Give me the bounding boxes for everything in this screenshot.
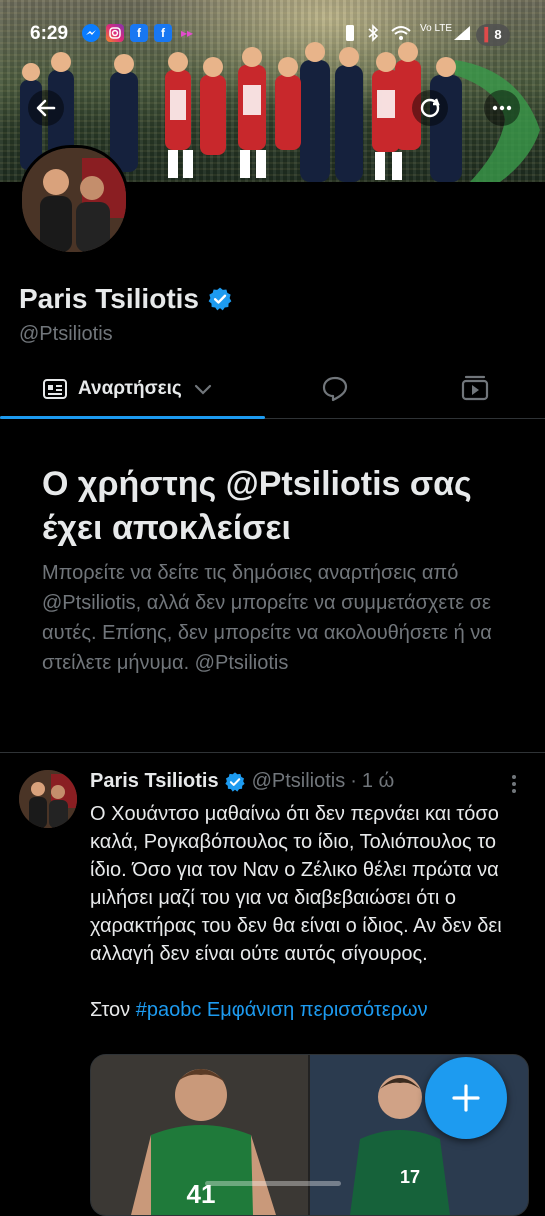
- profile-avatar[interactable]: [19, 145, 129, 255]
- status-time: 6:29: [30, 23, 69, 44]
- chevron-down-icon[interactable]: [192, 378, 214, 400]
- tweet-separator: ·: [350, 770, 357, 792]
- tweet-header: Paris Tsiliotis @Ptsiliotis · 1 ώ: [90, 770, 394, 793]
- blocked-description: Μπορείτε να δείτε τις δημόσιες αναρτήσει…: [42, 562, 492, 674]
- more-options-button[interactable]: [484, 90, 520, 126]
- messenger-icon: [82, 24, 100, 42]
- tweet-author-handle[interactable]: @Ptsiliotis: [252, 770, 346, 793]
- battery-level: 8: [494, 27, 502, 42]
- timeline-icon: [43, 379, 67, 399]
- tweet-text: Ο Χουάντσο μαθαίνω ότι δεν περνάει και τ…: [90, 803, 502, 965]
- active-tab-indicator: [0, 416, 265, 419]
- battery-badge: ▍8: [476, 24, 510, 46]
- profile-tabs: Αναρτήσεις: [0, 360, 545, 419]
- player-photo-left: 41: [91, 1055, 308, 1215]
- tweet-text-continued: Στον #paobc Εμφάνιση περισσότερων: [90, 996, 520, 1024]
- more-horizontal-icon: [492, 105, 512, 111]
- instagram-icon: [106, 24, 124, 42]
- tweet-avatar-photo: [19, 770, 77, 828]
- show-more-link[interactable]: Εμφάνιση περισσότερων: [207, 999, 428, 1021]
- verified-badge-icon: [224, 771, 245, 792]
- tweet-text-lead: Στον: [90, 999, 131, 1021]
- reply-bubble-icon[interactable]: [318, 372, 352, 406]
- battery-low-marker: ▍: [484, 27, 495, 42]
- tab-posts-label: Αναρτήσεις: [78, 378, 182, 399]
- tab-posts[interactable]: Αναρτήσεις: [0, 360, 265, 419]
- profile-handle: @Ptsiliotis: [19, 323, 113, 345]
- arrow-left-icon: [36, 99, 56, 117]
- wifi-icon: [390, 24, 412, 45]
- facebook-icon: f: [130, 24, 148, 42]
- more-vertical-icon[interactable]: [505, 772, 523, 796]
- facebook-icon: f: [154, 24, 172, 42]
- vibrate-icon: [342, 24, 358, 45]
- hashtag-link[interactable]: #paobc: [136, 999, 202, 1021]
- signal-icon: [452, 24, 472, 45]
- blocked-notice: Ο χρήστης @Ptsiliotis σας έχει αποκλείσε…: [42, 462, 502, 678]
- tweet-author-name[interactable]: Paris Tsiliotis: [90, 770, 219, 793]
- blocked-title: Ο χρήστης @Ptsiliotis σας έχει αποκλείσε…: [42, 465, 472, 547]
- profile-name: Paris Tsiliotis: [19, 283, 199, 314]
- tweet-body[interactable]: Ο Χουάντσο μαθαίνω ότι δεν περνάει και τ…: [90, 800, 520, 1024]
- profile-name-row: Paris Tsiliotis: [19, 283, 233, 315]
- refresh-icon: [420, 98, 440, 118]
- home-indicator[interactable]: [205, 1181, 341, 1186]
- carrier-label: Vo LTE: [420, 23, 453, 34]
- back-button[interactable]: [28, 90, 64, 126]
- verified-badge-icon[interactable]: [207, 286, 233, 312]
- bluetooth-icon: [366, 24, 380, 45]
- flow-icon: ▸▸: [180, 26, 194, 40]
- section-divider: [0, 752, 545, 753]
- tweet-timestamp[interactable]: 1 ώ: [362, 770, 394, 793]
- tweet-author-avatar[interactable]: [19, 770, 77, 828]
- tweet-media-image-1[interactable]: 41: [91, 1055, 308, 1215]
- compose-fab-button[interactable]: [425, 1057, 507, 1139]
- jersey-number-right: 17: [400, 1167, 420, 1187]
- avatar-photo: [22, 148, 126, 252]
- refresh-button[interactable]: [412, 90, 448, 126]
- status-bar: 6:29 f f ▸▸ Vo LTE: [0, 18, 545, 52]
- plus-icon: [452, 1084, 480, 1112]
- video-icon[interactable]: [458, 372, 492, 406]
